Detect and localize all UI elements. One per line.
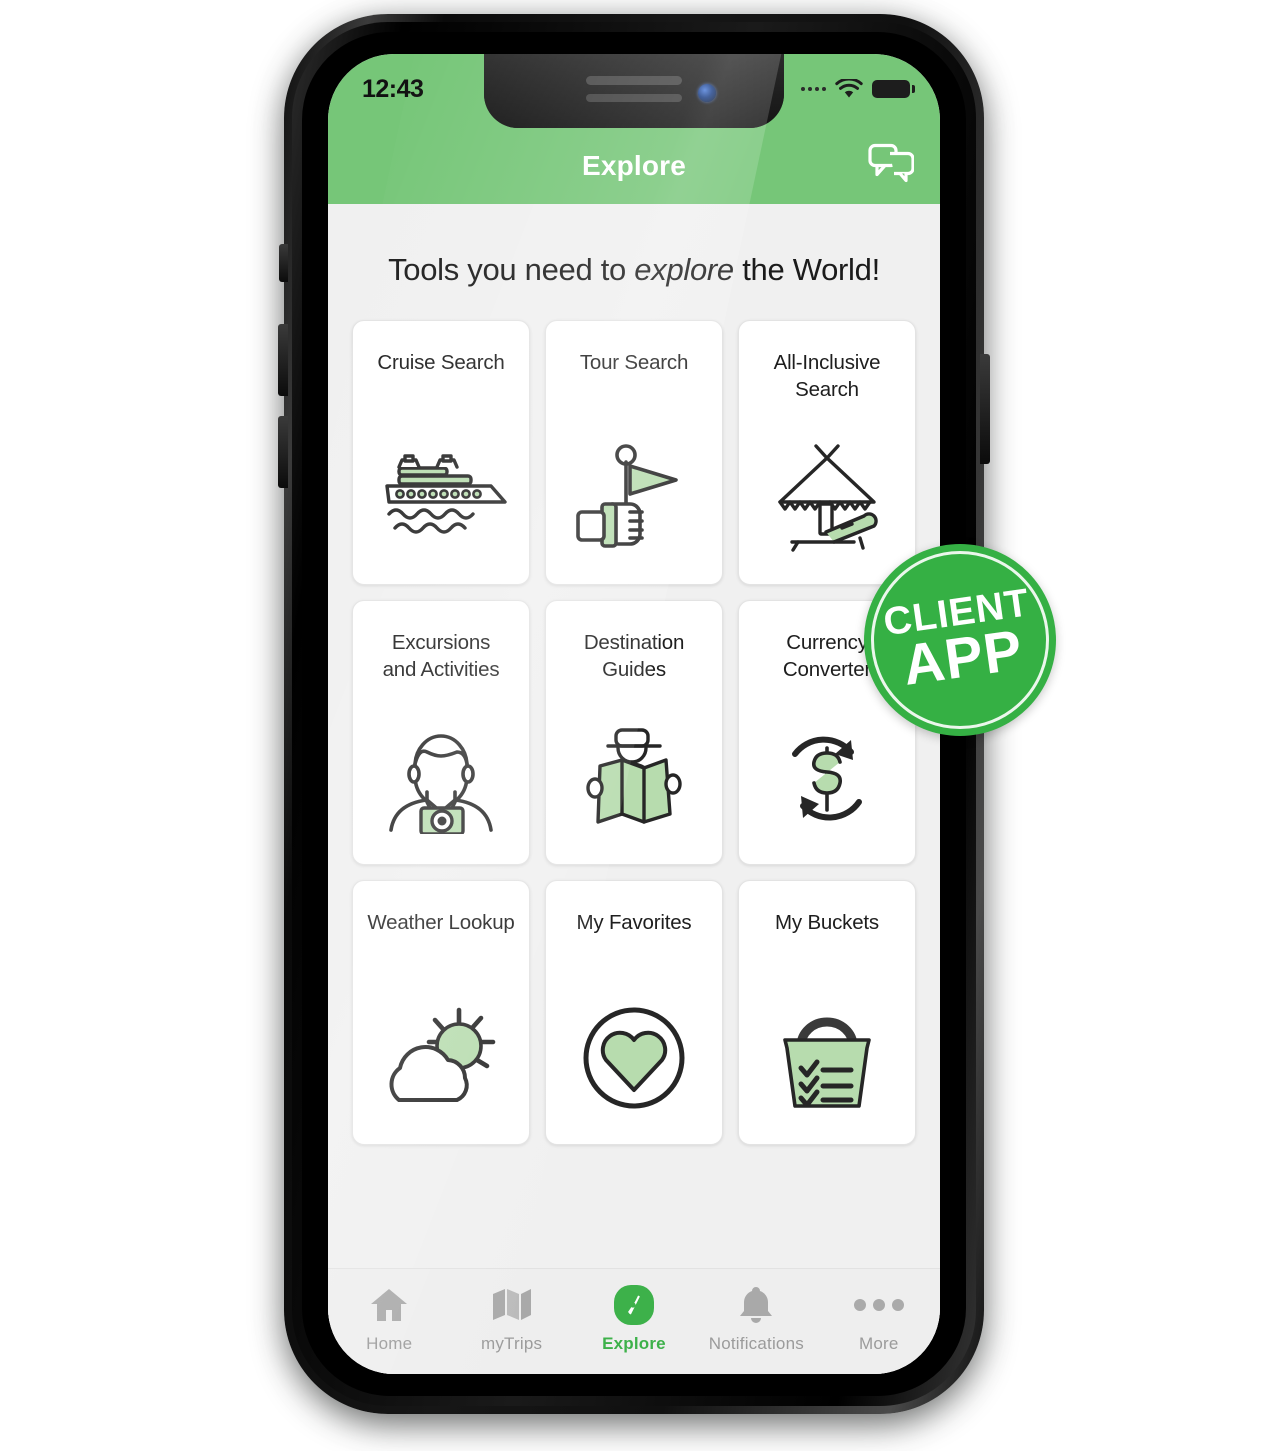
phone-notch — [484, 54, 784, 128]
client-app-badge-text: CLIENT APP — [880, 581, 1039, 699]
tile-my-buckets[interactable]: My Buckets — [738, 880, 916, 1145]
compass-icon — [612, 1283, 656, 1327]
tiki-umbrella-lounger-icon — [739, 438, 915, 558]
tile-cruise-search[interactable]: Cruise Search — [352, 320, 530, 585]
bucket-checklist-icon — [739, 998, 915, 1118]
tile-label: Excursions and Activities — [382, 631, 500, 682]
screenshot-root: 12:43 Explore Tools you need to explore … — [0, 0, 1271, 1451]
person-map-icon — [546, 718, 722, 838]
tools-grid: Cruise Search Tour Search All-Inclusive … — [328, 320, 940, 1145]
sun-cloud-icon — [353, 998, 529, 1118]
power-button[interactable] — [980, 354, 990, 464]
tile-all-inclusive-search[interactable]: All-Inclusive Search — [738, 320, 916, 585]
tab-label: More — [858, 1334, 899, 1353]
tile-label: My Favorites — [576, 911, 692, 934]
tourist-camera-icon — [353, 718, 529, 838]
tile-my-favorites[interactable]: My Favorites — [545, 880, 723, 1145]
tagline: Tools you need to explore the World! — [328, 204, 940, 320]
ellipsis-icon — [853, 1283, 904, 1327]
currency-exchange-icon — [739, 718, 915, 838]
status-clock: 12:43 — [362, 74, 424, 103]
tile-label: Weather Lookup — [367, 911, 515, 934]
tab-notifications[interactable]: Notifications — [697, 1283, 815, 1354]
tile-excursions-and-activities[interactable]: Excursions and Activities — [352, 600, 530, 865]
tab-label: Notifications — [708, 1334, 804, 1353]
signal-dots-icon — [801, 87, 826, 91]
cruise-ship-icon — [353, 438, 529, 558]
tile-weather-lookup[interactable]: Weather Lookup — [352, 880, 530, 1145]
tab-label: Home — [366, 1334, 413, 1353]
phone-device-frame: 12:43 Explore Tools you need to explore … — [278, 14, 990, 1414]
map-icon — [492, 1283, 532, 1327]
hand-flag-icon — [546, 438, 722, 558]
volume-up-button[interactable] — [278, 324, 288, 396]
app-header: Explore — [328, 128, 940, 204]
front-camera-icon — [698, 84, 716, 102]
tab-label: Explore — [602, 1334, 666, 1353]
silent-switch[interactable] — [279, 244, 288, 282]
client-app-badge: CLIENT APP — [864, 544, 1056, 736]
tile-label: Tour Search — [579, 351, 689, 374]
tab-mytrips[interactable]: myTrips — [453, 1283, 571, 1354]
bottom-tab-bar: Home myTrips Explore Notifications More — [328, 1268, 940, 1374]
badge-line-2: APP — [898, 618, 1027, 699]
page-title: Explore — [581, 150, 687, 181]
tile-label: My Buckets — [775, 911, 879, 934]
home-icon — [369, 1283, 409, 1327]
tab-explore[interactable]: Explore — [575, 1283, 693, 1354]
tile-label: All-Inclusive Search — [773, 351, 881, 402]
earpiece-speaker-grille-secondary — [586, 94, 682, 102]
tile-label: Destination Guides — [583, 631, 685, 682]
tagline-part-2: the World! — [733, 252, 880, 287]
phone-screen: 12:43 Explore Tools you need to explore … — [328, 54, 940, 1374]
tagline-emphasis: explore — [634, 252, 734, 287]
tab-label: myTrips — [480, 1334, 543, 1353]
tab-home[interactable]: Home — [330, 1283, 448, 1354]
status-indicators — [801, 78, 915, 100]
heart-circle-icon — [546, 998, 722, 1118]
chat-bubbles-icon[interactable] — [868, 143, 915, 189]
explore-content: Tools you need to explore the World! Cru… — [328, 204, 940, 1374]
earpiece-speaker-grille — [586, 76, 682, 85]
battery-icon — [872, 80, 915, 98]
tile-tour-search[interactable]: Tour Search — [545, 320, 723, 585]
notch-inner — [484, 54, 784, 128]
bell-icon — [738, 1283, 774, 1327]
tile-label: Cruise Search — [377, 351, 505, 374]
wifi-icon — [835, 78, 863, 100]
tile-destination-guides[interactable]: Destination Guides — [545, 600, 723, 865]
tab-more[interactable]: More — [820, 1283, 938, 1354]
tagline-part-1: Tools you need to — [388, 252, 635, 287]
volume-down-button[interactable] — [278, 416, 288, 488]
